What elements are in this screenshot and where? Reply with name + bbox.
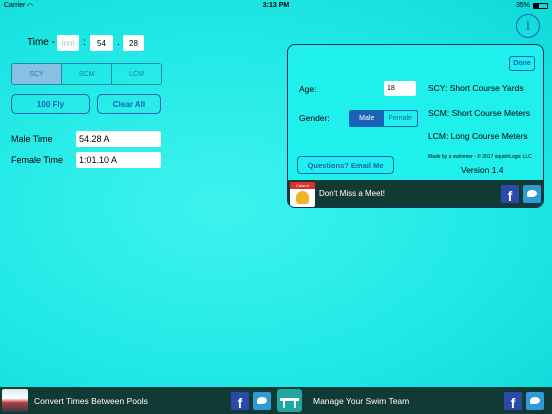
pool-app-thumbnail[interactable] [2, 389, 28, 412]
tab-scy[interactable]: SCY [12, 64, 62, 84]
course-legend-scy: SCY: Short Course Yards [428, 83, 524, 93]
email-me-button[interactable]: Questions? Email Me [297, 156, 394, 174]
banner-text: Don't Miss a Meet! [319, 189, 385, 198]
gender-label: Gender: [299, 113, 330, 123]
course-legend-scm: SCM: Short Course Meters [428, 108, 531, 118]
seconds-input[interactable]: 54 [90, 35, 113, 51]
tab-lcm[interactable]: LCM [112, 64, 161, 84]
facebook-icon[interactable]: f [231, 392, 249, 410]
bottom-banner: Convert Times Between Pools f Manage You… [0, 387, 552, 414]
block-leg-left [283, 401, 285, 408]
facebook-icon[interactable]: f [501, 185, 519, 203]
manage-swim-team-text[interactable]: Manage Your Swim Team [313, 396, 409, 406]
calarm-app-icon: Calarm [290, 182, 315, 207]
status-time: 3:13 PM [262, 2, 290, 9]
info-button[interactable]: i [516, 14, 540, 38]
course-segmented-control: SCY SCM LCM [11, 63, 162, 85]
male-time-label: Male Time [11, 134, 53, 144]
event-button[interactable]: 100 Fly [11, 94, 90, 114]
minutes-input[interactable]: mm [57, 35, 79, 51]
twitter-icon[interactable] [526, 392, 544, 410]
status-bar: Carrier ◠ 3:13 PM 35% [0, 0, 552, 12]
male-time-field[interactable]: 54.28 A [76, 131, 161, 147]
dot-separator: . [117, 37, 120, 48]
version-text: Version 1.4 [461, 165, 504, 175]
convert-times-text[interactable]: Convert Times Between Pools [34, 396, 148, 406]
gender-segmented-control: Male Female [349, 110, 418, 127]
tab-scm[interactable]: SCM [62, 64, 112, 84]
bell-icon [296, 191, 309, 204]
hundredths-input[interactable]: 28 [123, 35, 144, 51]
info-popover: Done Age: 18 Gender: Male Female SCY: Sh… [287, 44, 544, 208]
female-time-label: Female Time [11, 155, 64, 165]
clear-all-button[interactable]: Clear All [97, 94, 161, 114]
twitter-icon[interactable] [523, 185, 541, 203]
course-legend-lcm: LCM: Long Course Meters [428, 131, 528, 141]
gender-male-option[interactable]: Male [350, 111, 384, 126]
twitter-icon[interactable] [253, 392, 271, 410]
facebook-icon[interactable]: f [504, 392, 522, 410]
done-button[interactable]: Done [509, 56, 535, 71]
age-label: Age: [299, 84, 317, 94]
gender-female-option[interactable]: Female [384, 111, 418, 126]
calarm-ad-banner[interactable]: Calarm Don't Miss a Meet! f [288, 180, 543, 207]
time-label: Time - [27, 37, 55, 48]
swim-team-app-icon[interactable] [277, 389, 302, 412]
calarm-icon-label: Calarm [290, 182, 315, 189]
colon-separator: : [83, 37, 86, 48]
battery-icon [533, 3, 548, 9]
battery-percent: 35% [515, 2, 530, 9]
female-time-field[interactable]: 1:01.10 A [76, 152, 161, 168]
age-input[interactable]: 18 [384, 81, 416, 96]
block-leg-right [294, 401, 296, 408]
credit-text: Made by a swimmer - © 2017 squishLogic L… [428, 154, 532, 160]
